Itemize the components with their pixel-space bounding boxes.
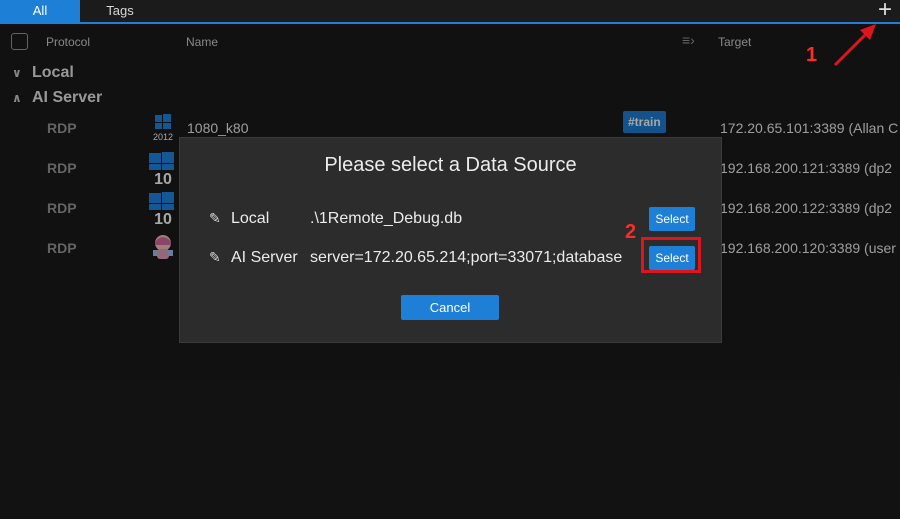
data-source-label: AI Server <box>231 249 298 266</box>
tab-all[interactable]: All <box>0 0 80 22</box>
tab-tags[interactable]: Tags <box>80 0 160 22</box>
data-source-value: .\1Remote_Debug.db <box>310 210 463 227</box>
highlight-box <box>641 237 701 273</box>
cancel-button[interactable]: Cancel <box>401 295 499 320</box>
top-tab-bar: All Tags + <box>0 0 900 24</box>
data-source-label: Local <box>231 210 270 227</box>
edit-icon[interactable]: ✎ <box>209 210 221 227</box>
arrow-icon <box>833 24 876 67</box>
annotation-step-1: 1 <box>806 44 818 66</box>
edit-icon[interactable]: ✎ <box>209 249 221 266</box>
annotation-step-2: 2 <box>625 221 637 243</box>
data-source-value: server=172.20.65.214;port=33071;database <box>310 249 623 266</box>
select-local-button[interactable]: Select <box>649 207 695 231</box>
data-source-row-ai-server: ✎ AI Server server=172.20.65.214;port=33… <box>180 243 721 273</box>
dialog-title: Please select a Data Source <box>324 154 577 176</box>
data-source-row-local: ✎ Local .\1Remote_Debug.db Select <box>180 204 721 234</box>
plus-icon[interactable]: + <box>878 0 892 23</box>
